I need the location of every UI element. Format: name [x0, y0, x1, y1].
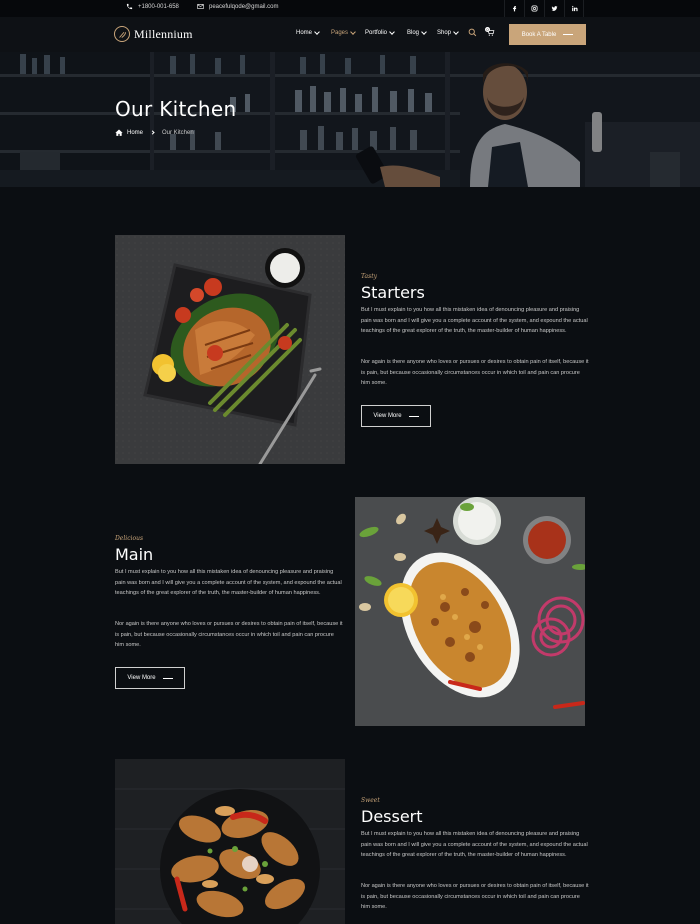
section-paragraph: Nor again is there anyone who loves or p…	[115, 621, 343, 649]
nav-label-portfolio: Portfolio	[365, 30, 388, 36]
brand-name: Millennium	[134, 26, 193, 41]
phone-number: +1800-001-658	[138, 3, 179, 10]
email-contact[interactable]: peacefulqode@gmail.com	[197, 3, 278, 10]
breadcrumb: Home Our Kitchen	[115, 129, 194, 136]
view-more-label: View More	[373, 413, 402, 419]
nav-item-portfolio[interactable]: Portfolio	[365, 29, 395, 36]
view-more-button[interactable]: View More	[361, 405, 431, 427]
breadcrumb-home-link[interactable]: Home	[127, 130, 143, 136]
mail-icon	[197, 4, 204, 9]
linkedin-icon	[571, 5, 578, 12]
search-icon[interactable]	[468, 28, 477, 37]
arrow-line-icon	[162, 677, 173, 679]
main-image	[355, 497, 585, 726]
hero-background-image	[0, 52, 700, 187]
starters-image	[115, 235, 345, 464]
chevron-down-icon	[350, 29, 356, 35]
twitter-icon	[551, 6, 558, 11]
phone-icon	[126, 3, 133, 10]
section-paragraph: But I must explain to you how all this m…	[115, 569, 342, 597]
nav-label-pages: Pages	[331, 30, 349, 36]
dessert-image	[115, 759, 345, 924]
arrow-line-icon	[408, 415, 419, 417]
logo-mark-icon	[114, 26, 130, 42]
instagram-icon	[531, 5, 538, 12]
page-title: Our Kitchen	[115, 97, 237, 121]
section-tagline: Delicious	[115, 535, 144, 542]
chevron-down-icon	[389, 29, 395, 35]
nav-item-pages[interactable]: Pages	[331, 29, 356, 36]
section-title: Dessert	[361, 807, 423, 826]
arrow-line-icon	[563, 34, 574, 35]
nav-label-home: Home	[296, 30, 313, 36]
chevron-down-icon	[314, 29, 320, 35]
section-title: Main	[115, 545, 154, 564]
chevron-down-icon	[453, 29, 459, 35]
brand-logo[interactable]: Millennium	[114, 26, 193, 42]
nav-label-shop: Shop	[437, 30, 452, 36]
section-title: Starters	[361, 283, 425, 302]
top-bar: +1800-001-658 peacefulqode@gmail.com	[0, 0, 700, 17]
twitter-link[interactable]	[544, 0, 564, 17]
section-paragraph: Nor again is there anyone who loves or p…	[361, 359, 589, 387]
nav-label-blog: Blog	[407, 30, 420, 36]
facebook-link[interactable]	[504, 0, 524, 17]
section-tagline: Tasty	[361, 273, 377, 280]
nav-item-blog[interactable]: Blog	[407, 29, 427, 36]
chevron-down-icon	[421, 29, 427, 35]
linkedin-link[interactable]	[564, 0, 584, 17]
section-paragraph: But I must explain to you how all this m…	[361, 831, 588, 859]
book-table-label: Book A Table	[521, 31, 557, 38]
section-tagline: Sweet	[361, 797, 380, 804]
instagram-link[interactable]	[524, 0, 544, 17]
home-icon[interactable]	[115, 129, 123, 136]
book-table-button[interactable]: Book A Table	[509, 24, 586, 45]
section-paragraph: Nor again is there anyone who loves or p…	[361, 883, 589, 911]
email-address: peacefulqode@gmail.com	[209, 3, 279, 10]
cart-count-badge: 0	[485, 27, 490, 32]
page-hero: Our Kitchen Home Our Kitchen	[0, 52, 700, 187]
view-more-button[interactable]: View More	[115, 667, 185, 689]
chevron-right-icon	[150, 130, 155, 135]
breadcrumb-current: Our Kitchen	[162, 129, 194, 136]
phone-contact[interactable]: +1800-001-658	[126, 3, 179, 10]
nav-item-shop[interactable]: Shop	[437, 29, 459, 36]
view-more-label: View More	[127, 675, 156, 681]
facebook-icon	[513, 6, 517, 12]
section-paragraph: But I must explain to you how all this m…	[361, 307, 588, 335]
main-navigation: Millennium Home Pages Portfolio Blog Sho…	[0, 17, 700, 52]
nav-item-home[interactable]: Home	[296, 29, 320, 36]
